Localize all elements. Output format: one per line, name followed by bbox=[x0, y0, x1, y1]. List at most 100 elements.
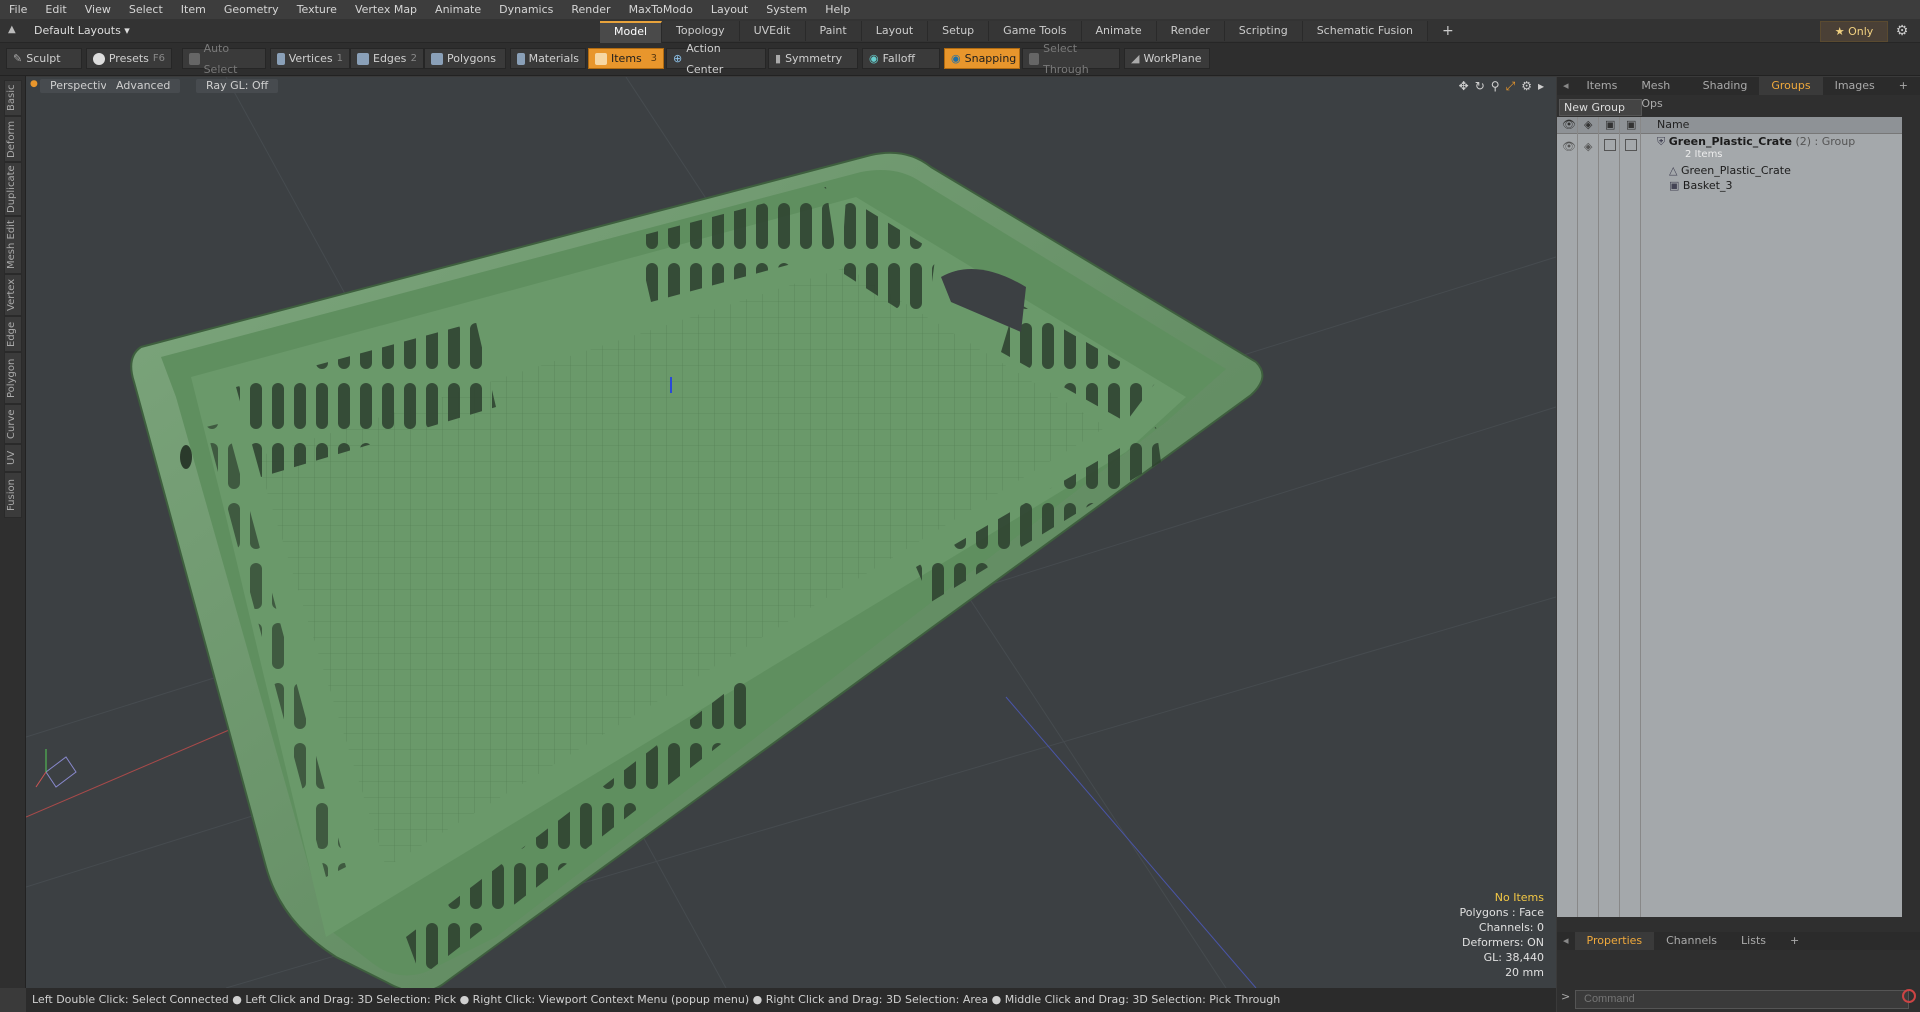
left-tab-mesh-edit[interactable]: Mesh Edit bbox=[4, 216, 22, 274]
select-column bbox=[1620, 117, 1641, 917]
workplane-icon: ◢ bbox=[1131, 52, 1140, 65]
mesh-icon: △ bbox=[1669, 164, 1678, 177]
fit-icon[interactable]: ⤢ bbox=[1506, 79, 1516, 94]
row-render-icon[interactable]: ◈ bbox=[1584, 140, 1592, 153]
left-tab-curve[interactable]: Curve bbox=[4, 404, 22, 444]
properties-collapse-icon[interactable]: ◂ bbox=[1557, 932, 1575, 950]
tab-images[interactable]: Images bbox=[1823, 77, 1887, 95]
menu-select[interactable]: Select bbox=[120, 0, 172, 19]
tab-model[interactable]: Model bbox=[600, 21, 663, 43]
left-tab-vertex[interactable]: Vertex bbox=[4, 274, 22, 316]
edges-button[interactable]: Edges 2 bbox=[350, 48, 424, 69]
new-group-button[interactable]: New Group bbox=[1559, 99, 1642, 116]
tab-schematic-fusion[interactable]: Schematic Fusion bbox=[1302, 21, 1429, 41]
zoom-icon[interactable]: ⚲ bbox=[1491, 79, 1500, 94]
menu-edit[interactable]: Edit bbox=[36, 0, 75, 19]
menu-animate[interactable]: Animate bbox=[426, 0, 490, 19]
add-tab-button[interactable]: + bbox=[1428, 21, 1468, 41]
pan-icon[interactable]: ✥ bbox=[1459, 79, 1469, 94]
left-tab-edge[interactable]: Edge bbox=[4, 316, 22, 352]
tab-mesh-ops[interactable]: Mesh Ops bbox=[1629, 77, 1690, 110]
menu-item[interactable]: Item bbox=[172, 0, 215, 19]
tab-items[interactable]: Items bbox=[1575, 77, 1630, 95]
menu-render[interactable]: Render bbox=[562, 0, 619, 19]
menu-layout[interactable]: Layout bbox=[702, 0, 757, 19]
auto-select-button[interactable]: Auto Select bbox=[182, 42, 266, 76]
action-center-button[interactable]: ⊕ Action Center bbox=[666, 42, 766, 76]
viewport-expand-icon[interactable]: ▸ bbox=[1538, 79, 1544, 94]
only-button[interactable]: ★ Only bbox=[1820, 21, 1888, 42]
command-input[interactable] bbox=[1575, 990, 1909, 1009]
stats-channels: Channels: 0 bbox=[1478, 921, 1544, 934]
menu-file[interactable]: File bbox=[0, 0, 36, 19]
tree-item-basket-3[interactable]: ▣ Basket_3 bbox=[1669, 178, 1732, 194]
falloff-button[interactable]: ◉ Falloff bbox=[862, 48, 940, 69]
left-tab-deform[interactable]: Deform bbox=[4, 116, 22, 162]
left-tab-polygon[interactable]: Polygon bbox=[4, 352, 22, 404]
falloff-icon: ◉ bbox=[869, 52, 879, 65]
edges-label: Edges bbox=[373, 52, 407, 65]
materials-button[interactable]: Materials bbox=[510, 48, 586, 69]
left-tab-uv[interactable]: UV bbox=[4, 444, 22, 472]
tab-groups[interactable]: Groups bbox=[1759, 77, 1823, 95]
tab-render[interactable]: Render bbox=[1156, 21, 1225, 41]
menu-vertex-map[interactable]: Vertex Map bbox=[346, 0, 426, 19]
tab-scripting[interactable]: Scripting bbox=[1224, 21, 1303, 41]
viewport-menu-dot-icon[interactable]: ● bbox=[30, 79, 38, 89]
menu-texture[interactable]: Texture bbox=[288, 0, 346, 19]
row-select-checkbox[interactable] bbox=[1625, 139, 1637, 151]
presets-button[interactable]: Presets F6 bbox=[86, 48, 172, 69]
layout-dropdown[interactable]: Default Layouts ▾ bbox=[24, 22, 140, 39]
tree-item-green-plastic-crate[interactable]: △ Green_Plastic_Crate bbox=[1669, 163, 1791, 179]
presets-label: Presets bbox=[108, 52, 149, 65]
brush-icon: ✎ bbox=[13, 52, 23, 65]
tab-layout[interactable]: Layout bbox=[861, 21, 929, 41]
mesh-icon: ▣ bbox=[1669, 179, 1680, 192]
tab-lists[interactable]: Lists bbox=[1729, 932, 1778, 950]
menu-system[interactable]: System bbox=[757, 0, 816, 19]
3d-viewport[interactable]: ● Perspective Advanced Ray GL: Off ✥ ↻ ⚲… bbox=[26, 77, 1556, 988]
workplane-button[interactable]: ◢ WorkPlane bbox=[1124, 48, 1210, 69]
row-visibility-eye-icon[interactable]: 👁 bbox=[1562, 140, 1576, 153]
add-properties-tab-icon[interactable]: + bbox=[1778, 932, 1811, 950]
auto-select-icon bbox=[189, 52, 200, 65]
gear-icon[interactable]: ⚙ bbox=[1893, 22, 1911, 40]
render-column bbox=[1578, 117, 1599, 917]
menu-dynamics[interactable]: Dynamics bbox=[490, 0, 562, 19]
vertices-label: Vertices bbox=[288, 52, 333, 65]
select-through-button[interactable]: Select Through bbox=[1022, 42, 1120, 76]
left-tab-fusion[interactable]: Fusion bbox=[4, 472, 22, 518]
green-crate-mesh[interactable] bbox=[130, 151, 1264, 988]
panel-collapse-icon[interactable]: ◂ bbox=[1557, 77, 1575, 95]
row-lock-checkbox[interactable] bbox=[1604, 139, 1616, 151]
raygl-button[interactable]: Ray GL: Off bbox=[196, 79, 279, 93]
snapping-button[interactable]: ◉ Snapping bbox=[944, 48, 1020, 69]
items-button[interactable]: Items 3 bbox=[588, 48, 664, 69]
tab-channels[interactable]: Channels bbox=[1654, 932, 1729, 950]
left-tab-duplicate[interactable]: Duplicate bbox=[4, 162, 22, 216]
tab-paint[interactable]: Paint bbox=[805, 21, 862, 41]
polygons-button[interactable]: Polygons bbox=[424, 48, 506, 69]
toolbar: ✎ Sculpt Presets F6 Auto Select Vertices… bbox=[0, 42, 1920, 76]
advanced-button[interactable]: Advanced bbox=[106, 79, 181, 93]
tab-setup[interactable]: Setup bbox=[928, 21, 990, 41]
menu-geometry[interactable]: Geometry bbox=[215, 0, 288, 19]
menu-maxtomodo[interactable]: MaxToModo bbox=[620, 0, 702, 19]
symmetry-button[interactable]: ▮ Symmetry bbox=[768, 48, 858, 69]
group-count: (2) bbox=[1795, 135, 1812, 148]
materials-label: Materials bbox=[528, 52, 579, 65]
tab-shading[interactable]: Shading bbox=[1691, 77, 1760, 95]
stop-icon[interactable] bbox=[1902, 989, 1916, 1003]
left-tab-basic[interactable]: Basic bbox=[4, 80, 22, 116]
collapse-arrow-icon[interactable]: ▲ bbox=[8, 24, 16, 35]
menu-view[interactable]: View bbox=[76, 0, 120, 19]
vertices-button[interactable]: Vertices 1 bbox=[270, 48, 350, 69]
lock-column bbox=[1599, 117, 1620, 917]
rotate-icon[interactable]: ↻ bbox=[1475, 79, 1485, 94]
sculpt-button[interactable]: ✎ Sculpt bbox=[6, 48, 82, 69]
symmetry-icon: ▮ bbox=[775, 52, 782, 65]
menu-help[interactable]: Help bbox=[816, 0, 859, 19]
add-panel-tab-icon[interactable]: + bbox=[1887, 77, 1920, 95]
tab-properties[interactable]: Properties bbox=[1574, 932, 1655, 950]
viewport-gear-icon[interactable]: ⚙ bbox=[1521, 79, 1532, 94]
